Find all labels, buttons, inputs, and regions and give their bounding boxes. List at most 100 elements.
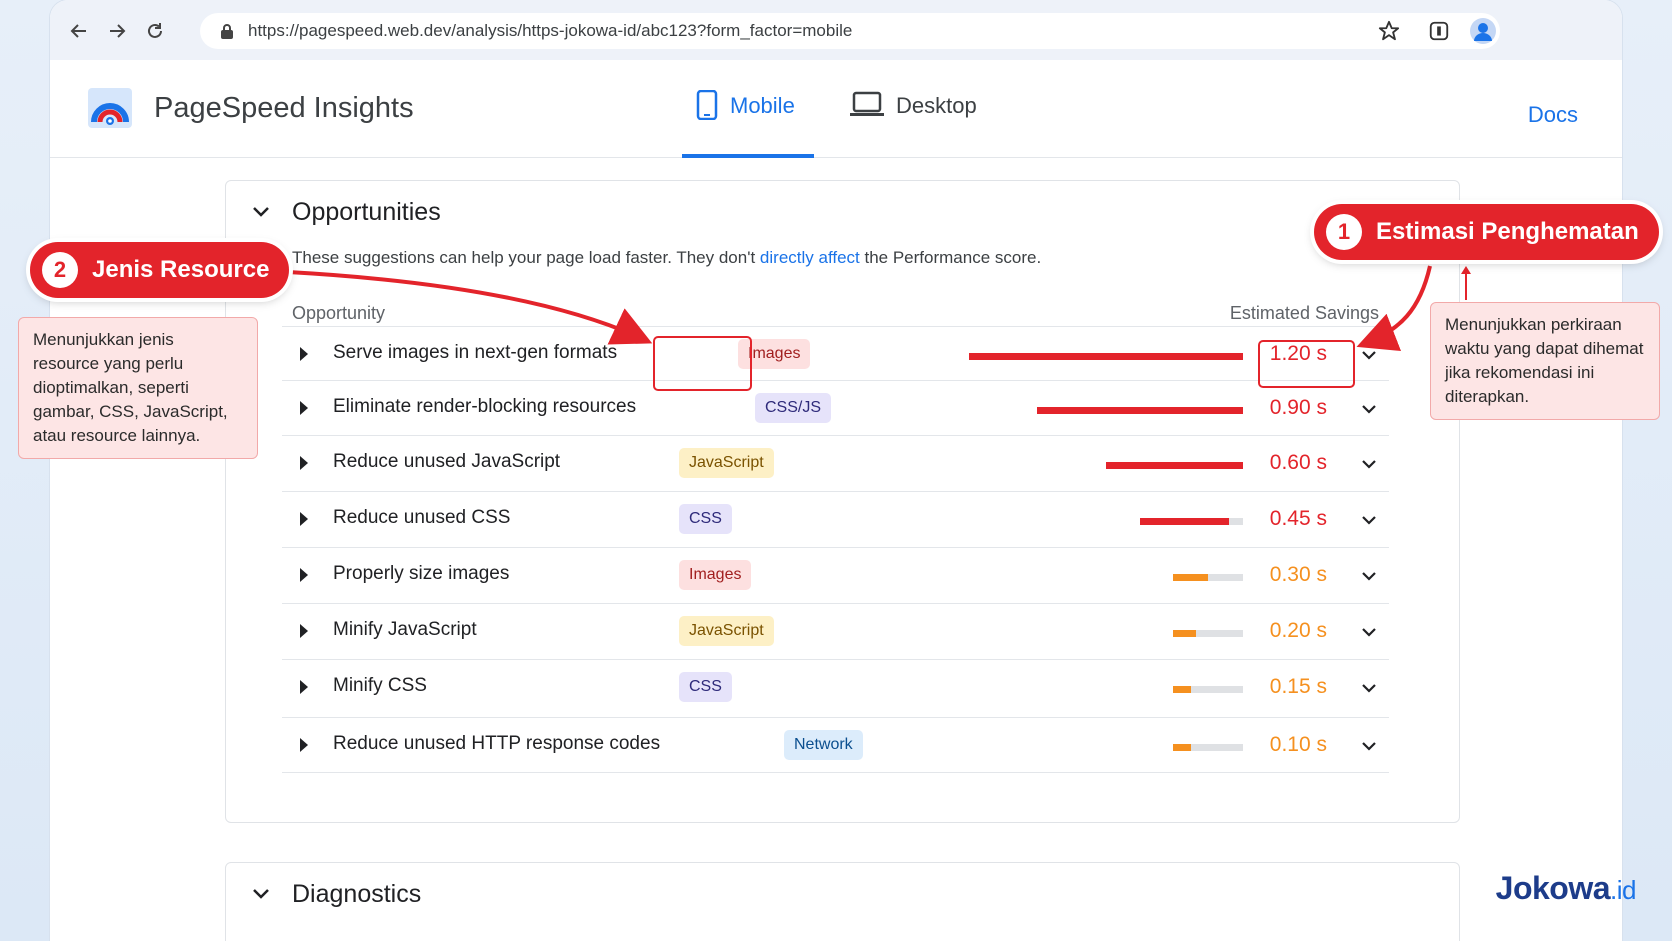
chevron-down-icon[interactable] [1361,512,1377,530]
savings-bar-fill [1173,744,1191,751]
reload-icon[interactable] [142,18,168,44]
opportunity-row[interactable]: Reduce unused CSS CSS 0.45 s [282,491,1389,547]
url-text: https://pagespeed.web.dev/analysis/https… [248,21,853,40]
savings-bar [1106,462,1243,469]
resource-type-badge: Images [679,560,752,590]
description-text-end: the Performance score. [859,248,1042,267]
chevron-down-icon[interactable] [1361,456,1377,474]
highlight-box-saving [1258,340,1355,388]
expand-triangle-icon[interactable] [300,512,308,526]
expand-triangle-icon[interactable] [300,568,308,582]
savings-bar-fill [1037,407,1243,414]
tab-mobile[interactable]: Mobile [682,89,814,158]
savings-bar-fill [1106,462,1243,469]
resource-type-badge: JavaScript [679,616,774,646]
expand-triangle-icon[interactable] [300,624,308,638]
opportunity-row[interactable]: Reduce unused HTTP response codes Network… [282,717,1389,773]
annotation-label: Jenis Resource [92,256,270,283]
resource-type-badge: CSS/JS [755,393,832,423]
highlight-box-resource [653,336,752,391]
expand-triangle-icon[interactable] [300,401,308,415]
collapse-chevron-icon[interactable] [252,887,270,905]
docs-link[interactable]: Docs [1528,102,1578,128]
opportunity-title: Reduce unused JavaScript [333,451,561,472]
savings-bar [1173,574,1243,581]
annotation-label: Estimasi Penghematan [1376,218,1639,245]
savings-bar-fill [1140,518,1229,525]
opportunities-card: Opportunities These suggestions can help… [225,180,1460,823]
opportunity-title: Serve images in next-gen formats [333,342,618,363]
opportunity-row[interactable]: Properly size images Images 0.30 s [282,547,1389,603]
browser-window: https://pagespeed.web.dev/analysis/https… [50,0,1622,941]
estimated-saving-value: 0.90 s [1269,396,1327,419]
estimated-saving-value: 0.15 s [1269,675,1327,698]
address-bar[interactable]: https://pagespeed.web.dev/analysis/https… [200,13,1500,49]
expand-triangle-icon[interactable] [300,456,308,470]
annotation-note-resource: Menunjukkan jenis resource yang perlu di… [18,317,258,459]
annotation-badge-resource: 2 Jenis Resource [30,242,290,298]
savings-bar [1173,686,1243,693]
watermark-suffix: .id [1610,875,1636,905]
opportunity-title: Minify CSS [333,675,427,696]
savings-bar [969,353,1243,360]
directly-affect-link[interactable]: directly affect [760,248,860,267]
star-icon[interactable] [1376,18,1402,44]
diagnostics-card: Diagnostics [225,862,1460,941]
column-header-savings: Estimated Savings [1229,303,1379,323]
lock-icon [220,23,234,39]
savings-bar-fill [969,353,1243,360]
opportunity-row[interactable]: Eliminate render-blocking resources CSS/J… [282,380,1389,435]
resource-type-badge: JavaScript [679,448,774,478]
chevron-down-icon[interactable] [1361,624,1377,642]
savings-bar-fill [1173,574,1208,581]
mobile-phone-icon [696,89,718,126]
annotation-number: 1 [1326,214,1362,250]
savings-bar [1173,744,1243,751]
tab-mobile-label: Mobile [730,93,795,118]
opportunity-row[interactable]: Reduce unused JavaScript JavaScript 0.60 s [282,435,1389,491]
extension-icon[interactable] [1426,18,1452,44]
resource-type-badge: CSS [679,672,732,702]
tab-desktop[interactable]: Desktop [850,90,977,158]
estimated-saving-value: 0.30 s [1269,563,1327,586]
opportunities-title: Opportunities [292,198,441,226]
browser-toolbar: https://pagespeed.web.dev/analysis/https… [50,0,1622,60]
chevron-down-icon[interactable] [1361,738,1377,756]
savings-bar [1173,630,1243,637]
opportunity-row[interactable]: Minify JavaScript JavaScript 0.20 s [282,603,1389,659]
savings-bar [1037,407,1243,414]
pagespeed-logo-icon [88,88,132,128]
expand-triangle-icon[interactable] [300,738,308,752]
opportunity-title: Properly size images [333,563,510,584]
profile-avatar[interactable] [1470,18,1496,44]
expand-triangle-icon[interactable] [300,680,308,694]
watermark-main: Jokowa [1495,870,1611,906]
savings-bar-fill [1173,630,1196,637]
chevron-down-icon[interactable] [1361,401,1377,419]
resource-type-badge: CSS [679,504,732,534]
tab-desktop-label: Desktop [896,93,977,118]
opportunity-title: Reduce unused CSS [333,507,511,528]
estimated-saving-value: 0.20 s [1269,619,1327,642]
opportunity-title: Minify JavaScript [333,619,477,640]
back-arrow-icon[interactable] [66,18,92,44]
chevron-down-icon[interactable] [1361,568,1377,586]
collapse-chevron-icon[interactable] [252,205,270,223]
resource-type-badge: Network [784,730,863,760]
savings-bar-fill [1173,686,1191,693]
chevron-down-icon[interactable] [1361,680,1377,698]
expand-triangle-icon[interactable] [300,347,308,361]
psi-header: PageSpeed Insights Mobile Desktop Docs [50,60,1622,158]
savings-bar [1140,518,1243,525]
annotation-number: 2 [42,252,78,288]
chevron-down-icon[interactable] [1361,347,1377,365]
jokowa-watermark-logo: Jokowa.id [1495,870,1637,907]
description-text: These suggestions can help your page loa… [292,248,760,267]
forward-arrow-icon[interactable] [104,18,130,44]
estimated-saving-value: 0.60 s [1269,451,1327,474]
opportunity-row[interactable]: Minify CSS CSS 0.15 s [282,659,1389,717]
laptop-icon [850,90,884,124]
estimated-saving-value: 0.10 s [1269,733,1327,756]
opportunity-row[interactable]: Serve images in next-gen formats Images 1.… [282,326,1389,381]
opportunity-title: Reduce unused HTTP response codes [333,733,661,754]
